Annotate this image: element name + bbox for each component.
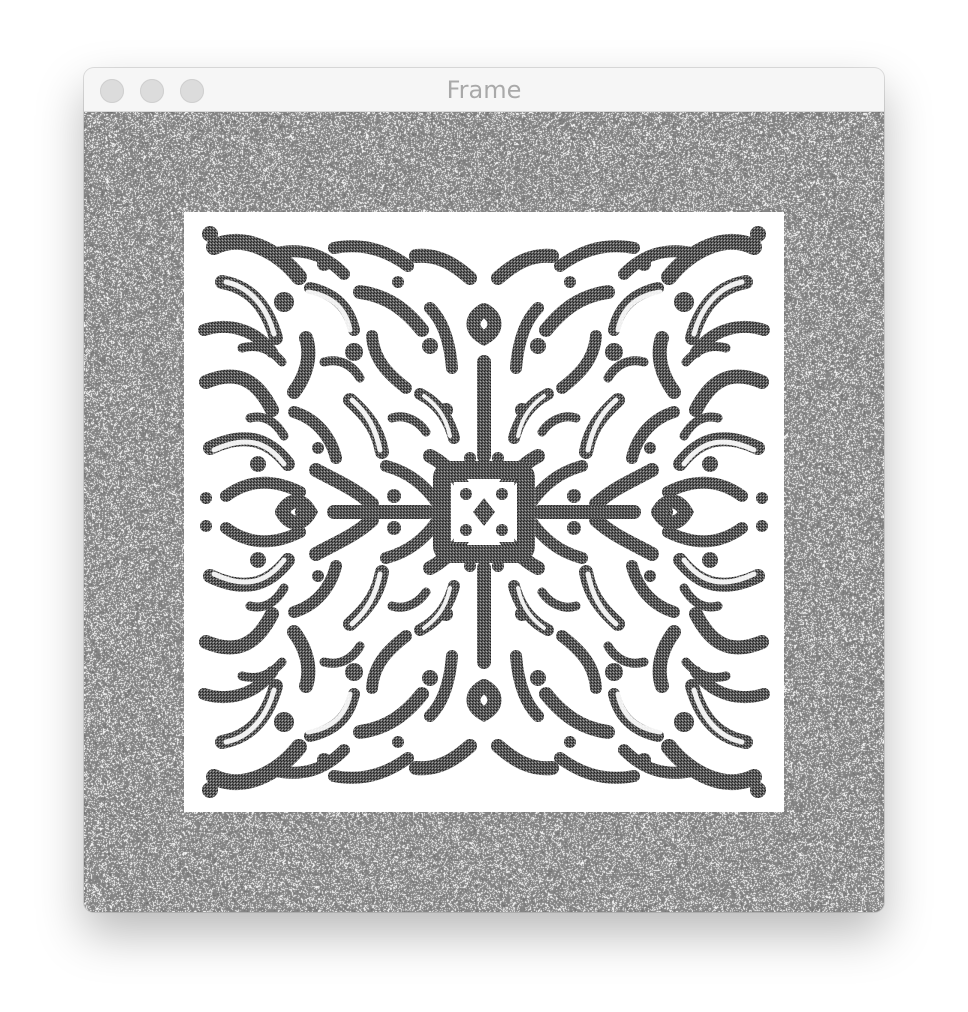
symmetric-pattern-image <box>184 212 784 812</box>
window-title: Frame <box>446 76 522 104</box>
center-emblem <box>433 461 535 563</box>
image-frame <box>84 112 884 912</box>
title-bar[interactable]: Frame <box>84 68 884 112</box>
app-window: Frame <box>84 68 884 912</box>
